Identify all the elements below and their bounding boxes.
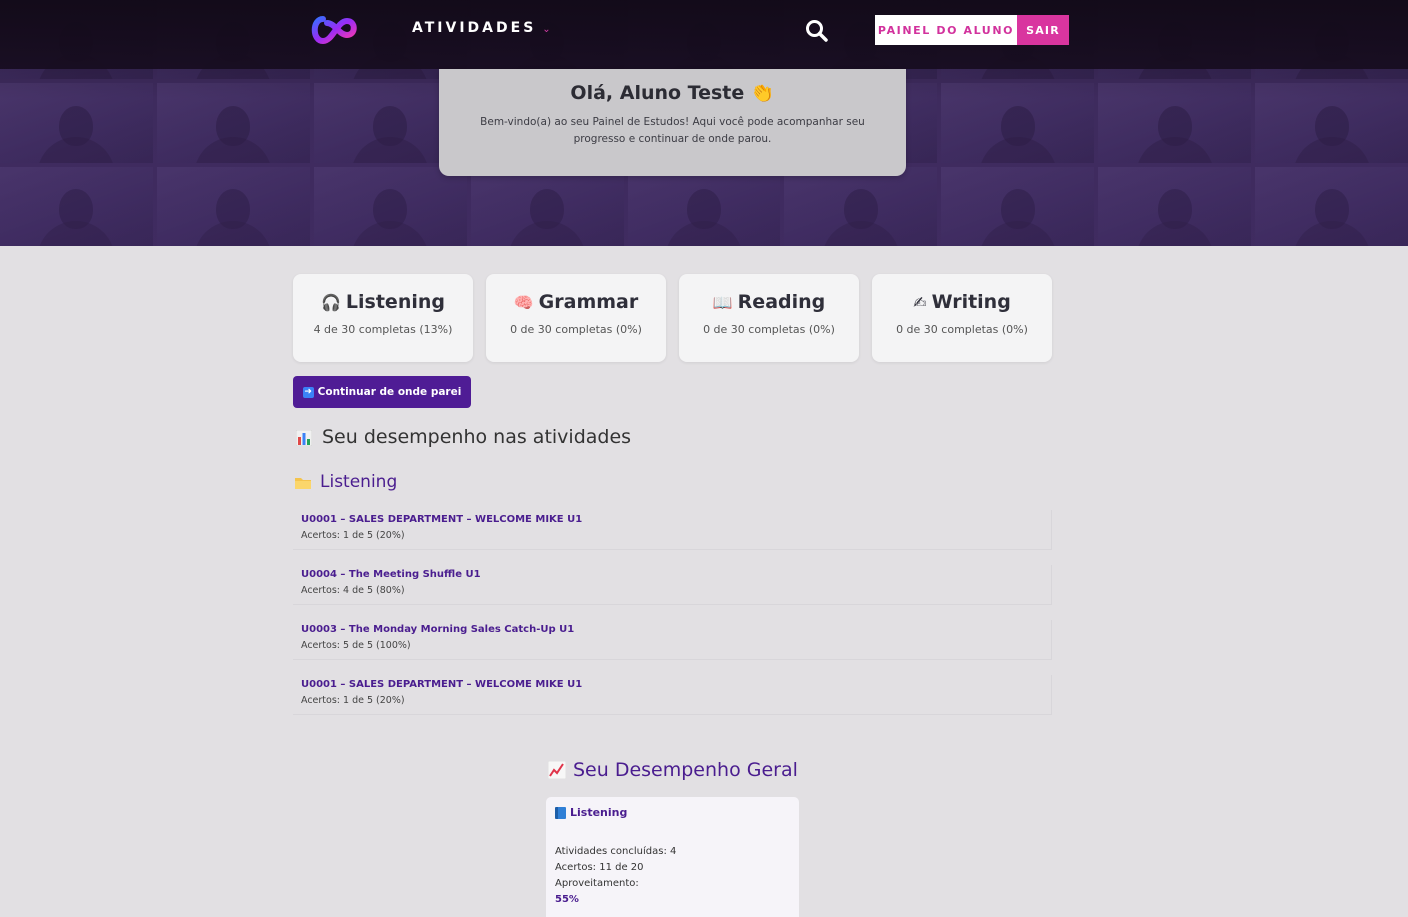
overall-title-label: Seu Desempenho Geral bbox=[573, 759, 798, 781]
performance-section-title: Seu desempenho nas atividades bbox=[295, 426, 632, 448]
activity-title[interactable]: U0003 – The Monday Morning Sales Catch-U… bbox=[301, 624, 1051, 635]
headphones-icon: 🎧 bbox=[321, 292, 341, 312]
skill-name: Listening bbox=[345, 291, 445, 313]
search-icon[interactable] bbox=[804, 18, 830, 44]
hits-count: Acertos: 11 de 20 bbox=[555, 862, 644, 873]
open-book-icon: 📖 bbox=[712, 292, 733, 312]
skill-progress: 0 de 30 completas (0%) bbox=[896, 323, 1028, 336]
arrow-right-icon: ➜ bbox=[302, 386, 314, 398]
skill-name: Grammar bbox=[538, 291, 639, 313]
usage-value: 55% bbox=[555, 894, 579, 905]
nav-menu-label: ATIVIDADES bbox=[412, 20, 537, 36]
skill-progress: 0 de 30 completas (0%) bbox=[703, 323, 835, 336]
usage-label: Aproveitamento: bbox=[555, 878, 639, 889]
activity-list: U0001 – SALES DEPARTMENT – WELCOME MIKE … bbox=[293, 510, 1052, 730]
greeting-card: Olá, Aluno Teste 👏 Bem-vindo(a) ao seu P… bbox=[439, 69, 906, 176]
activity-title[interactable]: U0004 – The Meeting Shuffle U1 bbox=[301, 569, 1051, 580]
greeting-title: Olá, Aluno Teste 👏 bbox=[570, 82, 775, 104]
activity-title[interactable]: U0001 – SALES DEPARTMENT – WELCOME MIKE … bbox=[301, 679, 1051, 690]
trending-up-icon bbox=[547, 760, 567, 780]
skill-name: Reading bbox=[737, 291, 826, 313]
activity-title[interactable]: U0001 – SALES DEPARTMENT – WELCOME MIKE … bbox=[301, 514, 1051, 525]
activity-score: Acertos: 5 de 5 (100%) bbox=[301, 640, 411, 651]
completed-count: Atividades concluídas: 4 bbox=[555, 846, 677, 857]
skill-progress: 0 de 30 completas (0%) bbox=[510, 323, 642, 336]
skill-card-listening[interactable]: 🎧 Listening 4 de 30 completas (13%) bbox=[293, 274, 473, 362]
skill-cards: 🎧 Listening 4 de 30 completas (13%) 🧠 Gr… bbox=[293, 274, 1052, 362]
bar-chart-icon bbox=[295, 429, 313, 447]
continue-button[interactable]: ➜ Continuar de onde parei bbox=[293, 376, 471, 408]
skill-card-grammar[interactable]: 🧠 Grammar 0 de 30 completas (0%) bbox=[486, 274, 666, 362]
greeting-subtitle: Bem-vindo(a) ao seu Painel de Estudos! A… bbox=[480, 116, 865, 145]
category-title: Listening bbox=[294, 472, 397, 492]
overall-card: Listening Atividades concluídas: 4 Acert… bbox=[546, 797, 799, 917]
nav-menu-atividades[interactable]: ATIVIDADES ⌄ bbox=[412, 20, 551, 36]
activity-item[interactable]: U0001 – SALES DEPARTMENT – WELCOME MIKE … bbox=[293, 675, 1052, 715]
blue-book-icon bbox=[555, 806, 566, 819]
brain-icon: 🧠 bbox=[513, 292, 534, 312]
overall-card-heading: Listening bbox=[555, 806, 790, 819]
painel-do-aluno-button[interactable]: PAINEL DO ALUNO bbox=[875, 15, 1017, 45]
activity-item[interactable]: U0001 – SALES DEPARTMENT – WELCOME MIKE … bbox=[293, 510, 1052, 550]
chevron-down-icon: ⌄ bbox=[542, 23, 551, 35]
skill-card-writing[interactable]: ✍ Writing 0 de 30 completas (0%) bbox=[872, 274, 1052, 362]
overall-card-heading-label: Listening bbox=[570, 806, 628, 819]
skill-name: Writing bbox=[931, 291, 1011, 313]
overall-section-title: Seu Desempenho Geral bbox=[547, 759, 798, 781]
sair-button[interactable]: SAIR bbox=[1017, 15, 1069, 45]
category-label: Listening bbox=[320, 472, 398, 492]
activity-item[interactable]: U0004 – The Meeting Shuffle U1 Acertos: … bbox=[293, 565, 1052, 605]
performance-title: Seu desempenho nas atividades bbox=[322, 426, 632, 448]
skill-progress: 4 de 30 completas (13%) bbox=[313, 323, 453, 336]
activity-score: Acertos: 4 de 5 (80%) bbox=[301, 585, 405, 596]
folder-icon bbox=[294, 475, 312, 489]
infinity-logo-icon[interactable] bbox=[307, 9, 363, 49]
activity-item[interactable]: U0003 – The Monday Morning Sales Catch-U… bbox=[293, 620, 1052, 660]
activity-score: Acertos: 1 de 5 (20%) bbox=[301, 695, 405, 706]
top-navbar: ATIVIDADES ⌄ PAINEL DO ALUNO SAIR bbox=[0, 0, 1408, 69]
activity-score: Acertos: 1 de 5 (20%) bbox=[301, 530, 405, 541]
writing-hand-icon: ✍ bbox=[913, 292, 927, 312]
skill-card-reading[interactable]: 📖 Reading 0 de 30 completas (0%) bbox=[679, 274, 859, 362]
continue-button-label: Continuar de onde parei bbox=[317, 386, 462, 398]
